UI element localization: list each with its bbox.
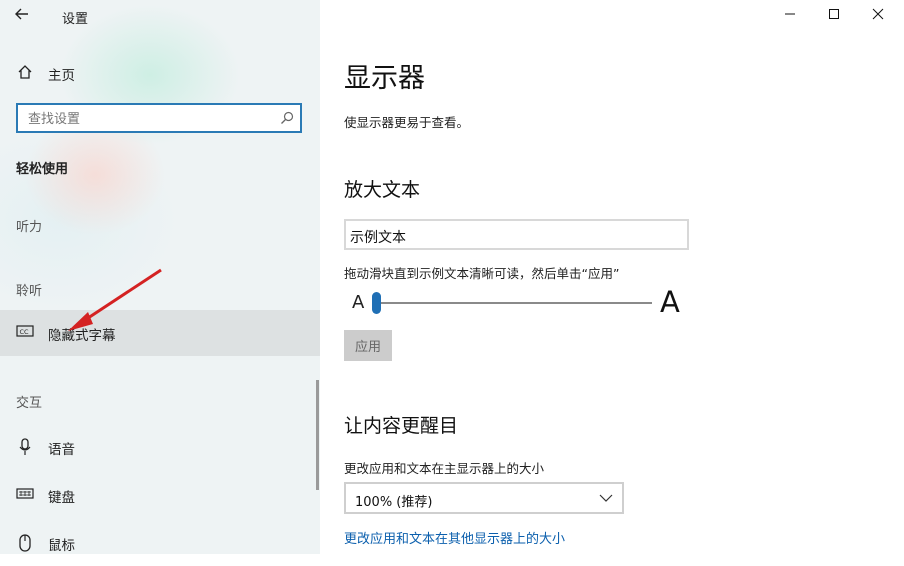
home-icon — [16, 64, 34, 82]
sidebar-item-label: 键盘 — [48, 490, 75, 506]
other-display-scale-link[interactable]: 更改应用和文本在其他显示器上的大小 — [344, 528, 565, 547]
text-size-slider-track[interactable] — [374, 302, 652, 304]
scale-dropdown-value: 100% (推荐) — [355, 495, 433, 510]
sidebar-item-speech[interactable]: 语音 — [0, 424, 320, 470]
sidebar: 设置 主页 轻松使用 听力 聆听 CC 隐藏式字幕 交互 语音 键盘 — [0, 0, 320, 554]
app-title: 设置 — [62, 12, 89, 27]
mouse-icon — [16, 534, 34, 552]
search-field[interactable] — [16, 103, 302, 133]
slider-hint: 拖动滑块直到示例文本清晰可读，然后单击“应用” — [344, 266, 620, 281]
page-description: 使显示器更易于查看。 — [344, 115, 470, 130]
small-a-label: A — [352, 292, 365, 313]
sidebar-item-label: 隐藏式字幕 — [48, 328, 116, 344]
minimize-icon — [785, 13, 795, 15]
minimize-button[interactable] — [768, 2, 812, 30]
section-title: 轻松使用 — [16, 162, 69, 177]
closed-captions-icon: CC — [16, 324, 34, 342]
titlebar-left: 设置 — [0, 0, 320, 32]
page-title: 显示器 — [344, 63, 425, 94]
sidebar-item-keyboard[interactable]: 键盘 — [0, 472, 320, 518]
maximize-icon — [829, 9, 839, 19]
sidebar-item-label: 鼠标 — [48, 538, 75, 554]
group-label-interaction: 交互 — [16, 396, 43, 411]
apply-button[interactable]: 应用 — [344, 330, 392, 361]
sidebar-item-home[interactable]: 主页 — [0, 50, 320, 96]
sidebar-item-label: 主页 — [48, 68, 75, 84]
svg-text:CC: CC — [20, 328, 30, 336]
group-label-hearing: 听力 — [16, 220, 43, 235]
scale-dropdown[interactable]: 100% (推荐) — [344, 482, 624, 514]
close-icon — [872, 8, 884, 20]
sidebar-item-label: 语音 — [48, 442, 75, 458]
text-size-heading: 放大文本 — [344, 179, 421, 201]
sample-text: 示例文本 — [350, 230, 406, 246]
search-input[interactable] — [26, 109, 270, 129]
group-label-hearing-2: 聆听 — [16, 284, 43, 299]
main-content: 显示器 使显示器更易于查看。 放大文本 示例文本 拖动滑块直到示例文本清晰可读，… — [320, 0, 904, 554]
sidebar-item-mouse[interactable]: 鼠标 — [0, 520, 320, 566]
back-button[interactable] — [14, 6, 34, 26]
make-bigger-heading: 让内容更醒目 — [344, 415, 459, 437]
large-a-label: A — [660, 285, 680, 319]
sidebar-item-captions[interactable]: CC 隐藏式字幕 — [0, 310, 320, 356]
scale-label: 更改应用和文本在主显示器上的大小 — [344, 461, 545, 476]
microphone-icon — [16, 438, 34, 456]
keyboard-icon — [16, 486, 34, 504]
sidebar-scrollbar[interactable] — [316, 380, 319, 490]
back-arrow-icon — [15, 8, 28, 20]
sample-text-box: 示例文本 — [344, 219, 689, 250]
chevron-down-icon — [598, 490, 614, 506]
close-button[interactable] — [856, 2, 900, 30]
maximize-button[interactable] — [812, 2, 856, 30]
search-icon[interactable] — [280, 110, 294, 124]
text-size-slider-thumb[interactable] — [372, 292, 381, 314]
